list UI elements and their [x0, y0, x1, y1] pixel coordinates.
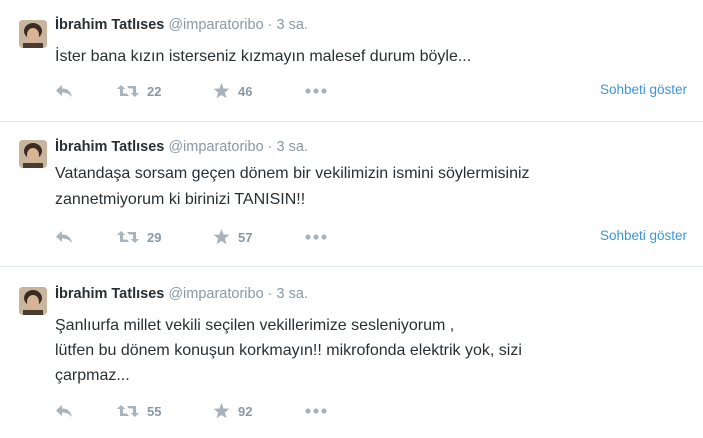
tweet-header: İbrahim Tatlıses @imparatoribo · 3 sa. [55, 138, 308, 156]
tweet[interactable]: İbrahim Tatlıses @imparatoribo · 3 sa. İste… [0, 0, 703, 120]
tweet-text-line: İster bana kızın isterseniz kızmayın mal… [55, 48, 472, 65]
more-button[interactable] [305, 401, 327, 421]
retweet-icon [117, 231, 139, 243]
tweet-header: İbrahim Tatlıses @imparatoribo · 3 sa. [55, 16, 308, 34]
author-handle[interactable]: @imparatoribo [168, 286, 263, 302]
tweet-text-line: zannetmiyorum ki birinizi TANISIN!! [55, 191, 306, 208]
tweet-text-line: çarpmaz... [55, 367, 130, 384]
retweet-button[interactable]: 22 [117, 81, 161, 101]
avatar[interactable] [19, 20, 47, 48]
tweet-text-line: Vatandaşa sorsam geçen dönem bir vekilim… [55, 165, 530, 182]
tweet-actions: 22 46 Sohbeti göster [55, 81, 695, 101]
star-icon [213, 403, 230, 419]
author-name[interactable]: İbrahim Tatlıses [55, 286, 164, 302]
timestamp[interactable]: 3 sa. [276, 139, 307, 155]
favorite-count: 92 [238, 403, 253, 419]
author-name[interactable]: İbrahim Tatlıses [55, 139, 164, 155]
more-icon [305, 88, 327, 94]
star-icon [213, 229, 230, 245]
tweet-header: İbrahim Tatlıses @imparatoribo · 3 sa. [55, 285, 308, 303]
retweet-count: 29 [147, 229, 162, 245]
show-conversation-link[interactable]: Sohbeti göster [600, 228, 687, 243]
favorite-count: 46 [238, 83, 253, 99]
separator: · [267, 139, 273, 155]
tweet-actions: 29 57 Sohbeti göster [55, 227, 695, 247]
separator: · [267, 286, 273, 302]
retweet-icon [117, 85, 139, 97]
reply-button[interactable] [55, 227, 74, 247]
author-handle[interactable]: @imparatoribo [168, 17, 263, 33]
timeline: İbrahim Tatlıses @imparatoribo · 3 sa. İste… [0, 0, 703, 438]
favorite-button[interactable]: 57 [213, 227, 252, 247]
avatar[interactable] [19, 140, 47, 168]
reply-icon [56, 231, 72, 243]
separator: · [267, 17, 273, 33]
more-icon [305, 408, 327, 414]
tweet-text-line: Şanlıurfa millet vekili seçilen vekiller… [55, 317, 455, 334]
favorite-button[interactable]: 46 [213, 81, 252, 101]
tweet-text-line: lütfen bu dönem konuşun korkmayın!! mikr… [55, 342, 522, 359]
more-button[interactable] [305, 227, 327, 247]
author-name[interactable]: İbrahim Tatlıses [55, 17, 164, 33]
retweet-button[interactable]: 29 [117, 227, 161, 247]
reply-button[interactable] [55, 401, 74, 421]
tweet[interactable]: İbrahim Tatlıses @imparatoribo · 3 sa. Vata… [0, 122, 703, 266]
timestamp[interactable]: 3 sa. [276, 17, 307, 33]
more-button[interactable] [305, 81, 327, 101]
tweet-actions: 55 92 [55, 401, 695, 421]
tweet[interactable]: İbrahim Tatlıses @imparatoribo · 3 sa. Şanl… [0, 267, 703, 438]
retweet-icon [117, 405, 139, 417]
show-conversation-link[interactable]: Sohbeti göster [600, 82, 687, 97]
author-handle[interactable]: @imparatoribo [168, 139, 263, 155]
avatar[interactable] [19, 287, 47, 315]
retweet-count: 55 [147, 403, 162, 419]
retweet-count: 22 [147, 83, 162, 99]
timestamp[interactable]: 3 sa. [276, 286, 307, 302]
reply-icon [56, 85, 72, 97]
favorite-count: 57 [238, 229, 253, 245]
reply-button[interactable] [55, 81, 74, 101]
retweet-button[interactable]: 55 [117, 401, 161, 421]
reply-icon [56, 405, 72, 417]
favorite-button[interactable]: 92 [213, 401, 252, 421]
more-icon [305, 234, 327, 240]
star-icon [213, 83, 230, 99]
